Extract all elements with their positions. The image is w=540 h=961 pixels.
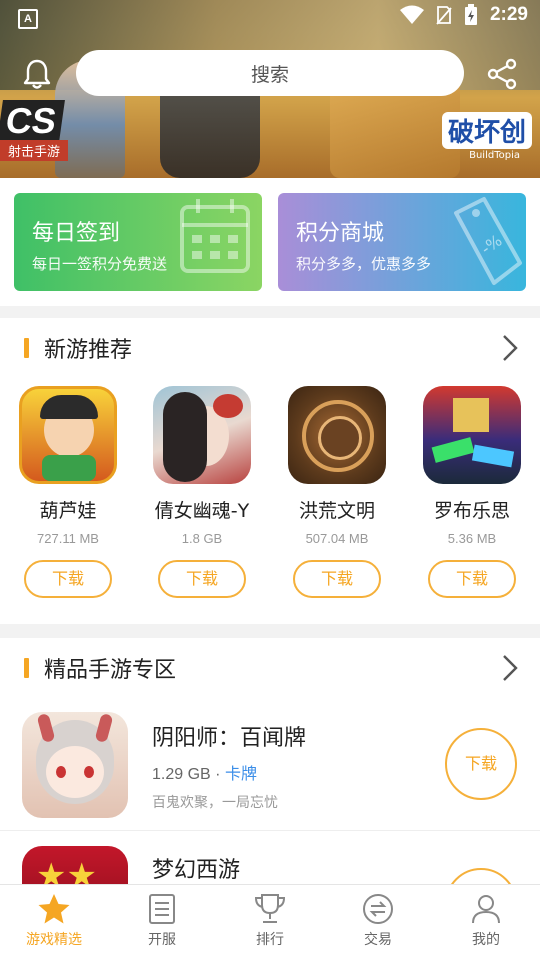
game-size: 507.04 MB xyxy=(305,531,369,546)
tab-featured[interactable]: 游戏精选 xyxy=(0,885,108,961)
game-icon-honghuang[interactable] xyxy=(288,386,386,484)
section-accent-bar xyxy=(24,338,29,358)
new-games-section: 新游推荐 葫芦娃 727.11 MB 下载 倩女幽魂-Y 1.8 GB 下载 洪… xyxy=(0,318,540,624)
meta-separator: · xyxy=(215,766,221,783)
list-item[interactable]: 阴阳师：百闻牌 1.29 GB · 卡牌 百鬼欢聚，一局忘忧 下载 xyxy=(0,708,540,831)
download-button[interactable]: 下载 xyxy=(445,728,517,800)
price-tag-icon: -% xyxy=(454,197,522,285)
game-size: 1.8 GB xyxy=(181,531,223,546)
points-mall-card[interactable]: -% 积分商城 积分多多，优惠多多 xyxy=(278,193,526,291)
game-category-tag[interactable]: 卡牌 xyxy=(225,764,257,783)
star-icon xyxy=(38,894,70,924)
download-button[interactable]: 下载 xyxy=(24,560,112,598)
tab-label: 开服 xyxy=(148,932,176,948)
card-subtitle: 积分多多，优惠多多 xyxy=(296,255,432,273)
game-card[interactable]: 罗布乐思 5.36 MB 下载 xyxy=(407,386,537,598)
section-header[interactable]: 新游推荐 xyxy=(0,318,540,378)
share-icon[interactable] xyxy=(486,58,518,90)
tab-trade[interactable]: 交易 xyxy=(324,885,432,961)
game-name: 梦幻西游 xyxy=(152,858,241,883)
tab-label: 交易 xyxy=(364,932,392,948)
game-size: 1.29 GB xyxy=(152,766,211,783)
tab-ranking[interactable]: 排行 xyxy=(216,885,324,961)
banner-right-subtitle: BuildTopia xyxy=(469,150,520,161)
banner-right-logo: 破坏创 xyxy=(441,112,532,149)
game-icon-huluwa[interactable] xyxy=(19,386,117,484)
exchange-icon xyxy=(363,894,393,924)
chevron-right-icon[interactable] xyxy=(502,654,518,682)
featured-games-section: 精品手游专区 阴阳师：百闻牌 1.29 GB · 卡牌 百鬼欢聚，一局忘忧 下载… xyxy=(0,638,540,940)
tab-label: 我的 xyxy=(472,932,500,948)
game-icon-roblox[interactable] xyxy=(423,386,521,484)
banner-left-subtitle: 射击手游 xyxy=(0,140,69,161)
game-name: 罗布乐思 xyxy=(433,500,510,522)
game-icon-qiannv[interactable] xyxy=(153,386,251,484)
game-size: 5.36 MB xyxy=(447,531,497,546)
game-card[interactable]: 倩女幽魂-Y 1.8 GB 下载 xyxy=(137,386,267,598)
trophy-icon xyxy=(254,894,286,923)
section-accent-bar xyxy=(24,658,29,678)
top-bar: 搜索 xyxy=(0,44,540,104)
download-button[interactable]: 下载 xyxy=(293,560,381,598)
tab-label: 游戏精选 xyxy=(26,932,82,948)
bottom-tab-bar: 游戏精选 开服 排行 交易 我的 xyxy=(0,884,540,961)
no-sim-icon xyxy=(436,6,452,25)
section-title: 新游推荐 xyxy=(44,338,133,363)
tab-label: 排行 xyxy=(256,932,284,948)
document-icon xyxy=(149,894,175,924)
game-name: 阴阳师：百闻牌 xyxy=(152,726,307,751)
game-name: 倩女幽魂-Y xyxy=(154,500,250,522)
search-input[interactable]: 搜索 xyxy=(76,50,464,96)
svg-text:-%: -% xyxy=(477,231,505,259)
section-header[interactable]: 精品手游专区 xyxy=(0,638,540,698)
card-subtitle: 每日一签积分免费送 xyxy=(32,255,168,273)
game-name: 洪荒文明 xyxy=(298,500,375,522)
card-title: 积分商城 xyxy=(296,221,385,246)
game-card[interactable]: 葫芦娃 727.11 MB 下载 xyxy=(3,386,133,598)
notification-app-icon: A xyxy=(18,9,38,29)
game-name: 葫芦娃 xyxy=(39,500,97,522)
game-icon-yinyangshi[interactable] xyxy=(22,712,128,818)
chevron-right-icon[interactable] xyxy=(502,334,518,362)
download-button[interactable]: 下载 xyxy=(428,560,516,598)
game-card[interactable]: 洪荒文明 507.04 MB 下载 xyxy=(272,386,402,598)
download-button[interactable]: 下载 xyxy=(158,560,246,598)
status-time: 2:29 xyxy=(489,4,528,25)
daily-checkin-card[interactable]: 每日签到 每日一签积分免费送 xyxy=(14,193,262,291)
banner-left-logo: CS xyxy=(0,100,65,142)
tab-servers[interactable]: 开服 xyxy=(108,885,216,961)
calendar-icon xyxy=(180,199,250,273)
status-bar: A 2:29 xyxy=(0,0,540,36)
section-title: 精品手游专区 xyxy=(44,658,177,683)
user-icon xyxy=(472,895,500,924)
bell-icon[interactable] xyxy=(22,58,52,90)
tab-profile[interactable]: 我的 xyxy=(432,885,540,961)
list-item[interactable]: ★★ 梦幻西游 xyxy=(0,832,540,940)
game-size: 727.11 MB xyxy=(37,531,99,546)
game-meta: 1.29 GB · 卡牌 xyxy=(152,760,257,784)
wifi-icon xyxy=(399,5,424,24)
battery-charging-icon xyxy=(464,4,477,25)
card-title: 每日签到 xyxy=(32,221,121,246)
game-description: 百鬼欢聚，一局忘忧 xyxy=(152,795,278,811)
promo-cards: 每日签到 每日一签积分免费送 -% 积分商城 积分多多，优惠多多 xyxy=(0,178,540,306)
